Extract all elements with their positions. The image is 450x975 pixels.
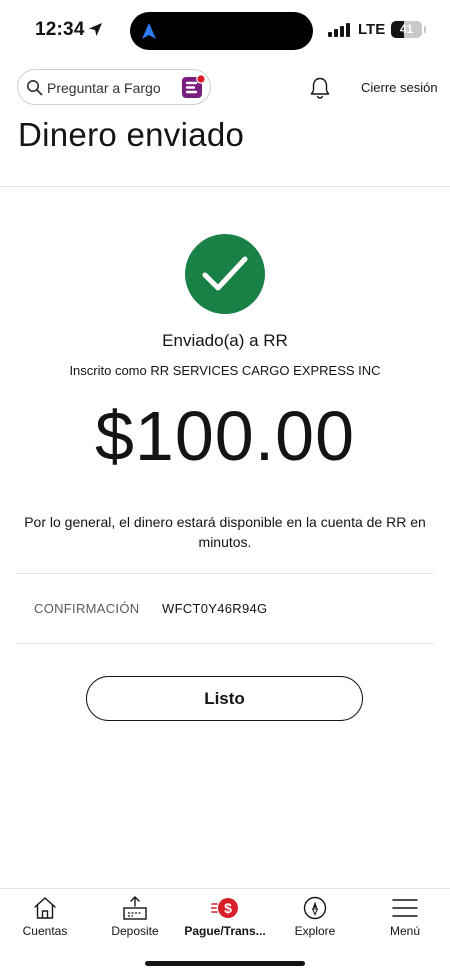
sent-to-label: Enviado(a) a RR <box>162 331 288 350</box>
tab-deposit[interactable]: Deposite <box>90 889 180 947</box>
tab-label: Deposite <box>111 924 159 938</box>
search-placeholder: Preguntar a Fargo <box>47 80 161 96</box>
navigation-arrow-icon <box>142 23 156 39</box>
cellular-signal-icon <box>328 23 350 37</box>
search-icon <box>27 80 43 96</box>
tab-menu[interactable]: Menú <box>360 889 450 947</box>
tab-label: Pague/Trans... <box>184 924 266 938</box>
tab-pay-transfer[interactable]: $ Pague/Trans... <box>180 889 270 947</box>
divider <box>16 573 434 574</box>
network-type: LTE <box>358 21 386 38</box>
header-divider <box>0 186 450 187</box>
deposit-icon <box>123 896 147 920</box>
confirmation-label: CONFIRMACIÓN <box>34 601 140 616</box>
done-button[interactable]: Listo <box>86 676 363 721</box>
confirmation-code: WFCT0Y46R94G <box>162 601 268 616</box>
availability-notice: Por lo general, el dinero estará disponi… <box>24 514 426 550</box>
battery-level: 41 <box>399 22 414 36</box>
dynamic-island <box>130 12 313 50</box>
battery-cap <box>424 26 426 33</box>
ask-fargo-search[interactable]: Preguntar a Fargo <box>17 69 211 105</box>
status-bar: 12:34 LTE 41 <box>0 0 450 62</box>
logout-link[interactable]: Cierre sesión <box>361 80 438 95</box>
tab-label: Explore <box>294 924 336 938</box>
tab-explore[interactable]: Explore <box>270 889 360 947</box>
tab-label: Cuentas <box>22 924 68 938</box>
compass-icon <box>303 896 327 920</box>
home-icon <box>34 897 56 919</box>
home-indicator <box>145 961 305 966</box>
amount-sent: $100.00 <box>94 397 356 475</box>
page-title: Dinero enviado <box>18 116 245 153</box>
menu-icon <box>392 899 418 917</box>
divider <box>16 643 434 644</box>
notification-bell-icon[interactable] <box>309 76 331 100</box>
location-arrow-icon <box>89 23 102 36</box>
tab-label: Menú <box>389 924 421 938</box>
pay-transfer-icon: $ <box>211 898 238 918</box>
recipient-enrolled-name: Inscrito como RR SERVICES CARGO EXPRESS … <box>69 363 381 378</box>
svg-text:$: $ <box>224 900 232 916</box>
tab-accounts[interactable]: Cuentas <box>0 889 90 947</box>
success-check-icon <box>185 234 265 314</box>
fargo-assistant-icon[interactable] <box>180 74 206 100</box>
status-time: 12:34 <box>35 19 85 40</box>
battery-icon: 41 <box>391 21 422 38</box>
